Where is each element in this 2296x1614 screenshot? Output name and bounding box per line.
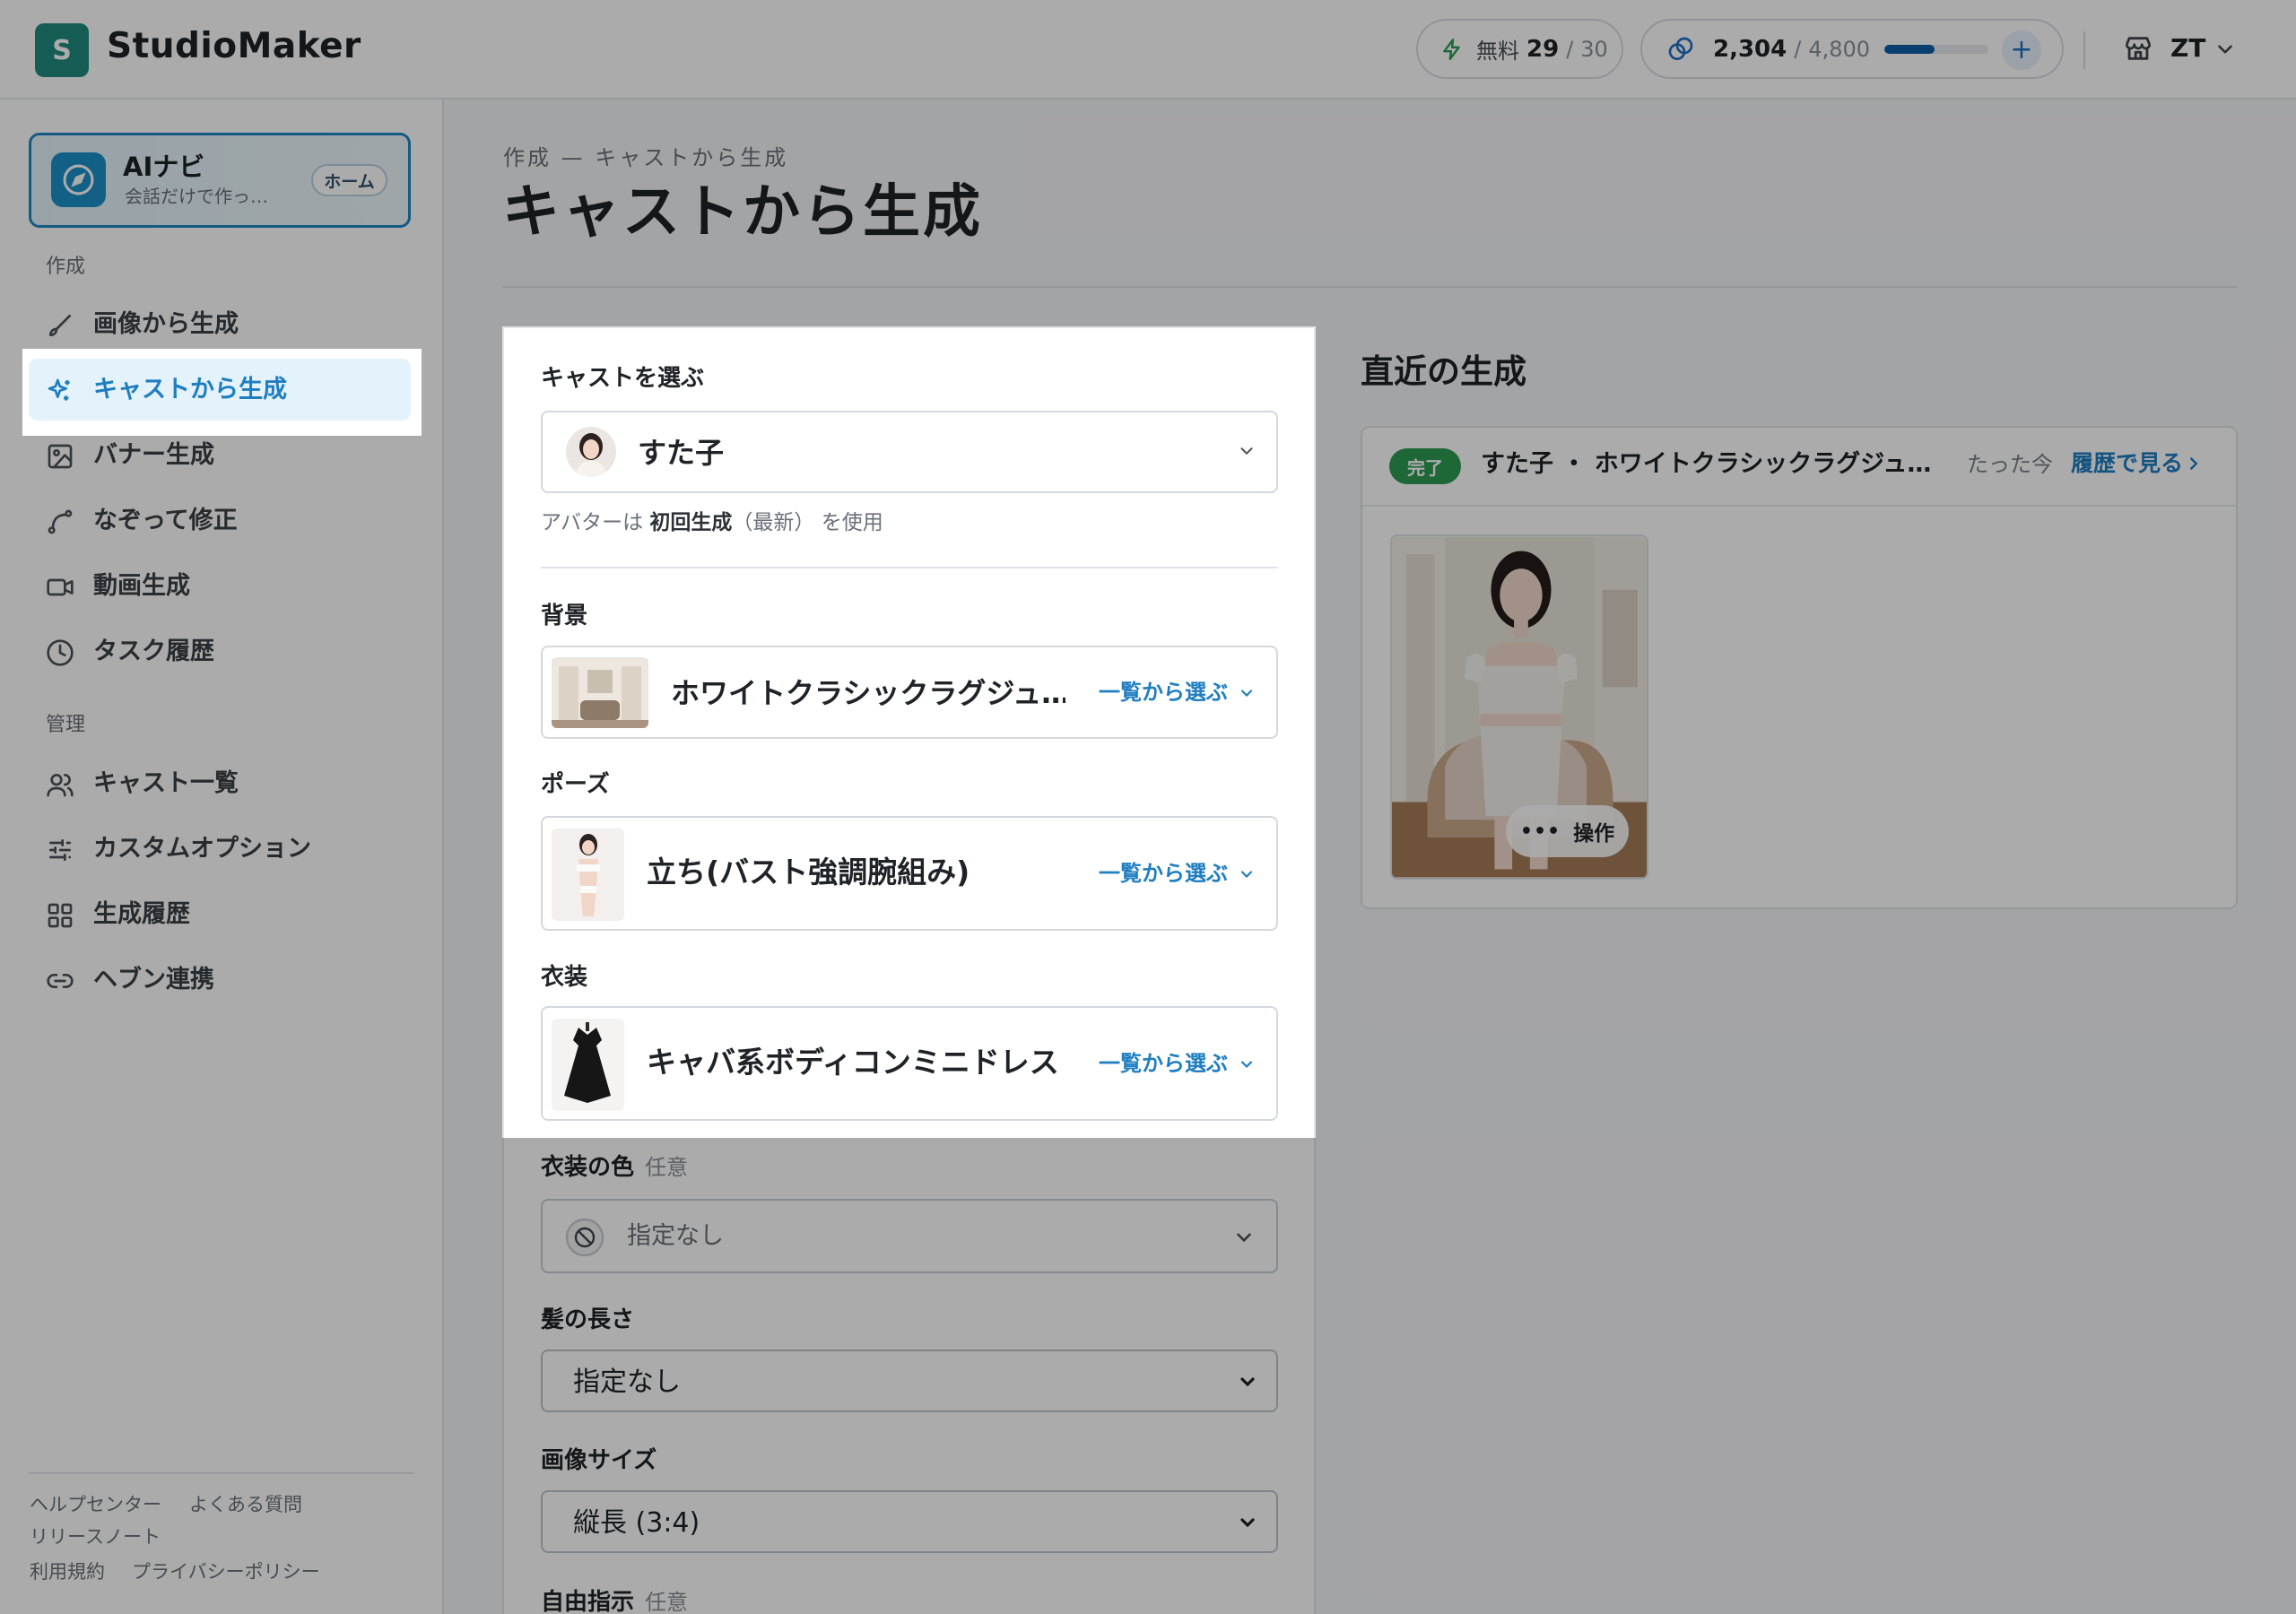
sidebar-item-label: キャストから生成 <box>93 376 287 404</box>
cast-value: すた子 <box>638 436 725 470</box>
background-label: 背景 <box>541 603 588 629</box>
sidebar-item-cast-generate[interactable]: キャストから生成 <box>29 359 411 421</box>
note-prefix: アバターは <box>541 511 644 534</box>
chevron-down-icon <box>1238 684 1256 702</box>
overlay-right <box>1316 326 2296 1138</box>
pose-value: 立ち(バスト強調腕組み) <box>647 855 970 889</box>
overlay-left-a <box>0 326 502 349</box>
pose-thumbnail <box>552 829 624 921</box>
overlay-bottom <box>0 1138 2296 1614</box>
background-thumbnail <box>552 657 648 728</box>
outfit-select[interactable]: キャバ系ボディコンミニドレス 一覧から選ぶ <box>541 1006 1278 1121</box>
overlay-left-c <box>422 349 502 436</box>
note-bold: 初回生成 <box>649 511 733 534</box>
note-mid: （最新） <box>732 511 815 534</box>
background-pick-link[interactable]: 一覧から選ぶ <box>1099 678 1228 707</box>
background-select[interactable]: ホワイトクラシックラグジュ… 一覧から選ぶ <box>541 646 1278 739</box>
outfit-value: キャバ系ボディコンミニドレス <box>647 1045 1059 1080</box>
pose-label: ポーズ <box>541 771 610 798</box>
background-value: ホワイトクラシックラグジュ… <box>671 676 1065 710</box>
chevron-down-icon <box>1238 865 1256 883</box>
note-suffix: を使用 <box>821 511 883 534</box>
overlay-left-b <box>0 349 22 436</box>
form-divider <box>541 567 1278 568</box>
overlay-top <box>0 0 2296 326</box>
sparkle-icon <box>46 377 74 405</box>
cast-avatar <box>566 427 616 477</box>
outfit-label: 衣装 <box>541 964 588 991</box>
cast-label: キャストを選ぶ <box>541 365 705 392</box>
pose-pick-link[interactable]: 一覧から選ぶ <box>1099 859 1228 888</box>
avatar-note: アバターは 初回生成（最新） を使用 <box>541 508 883 537</box>
chevron-down-icon <box>1238 1055 1256 1073</box>
overlay-left-d <box>0 436 502 1138</box>
outfit-pick-link[interactable]: 一覧から選ぶ <box>1099 1049 1228 1078</box>
pose-select[interactable]: 立ち(バスト強調腕組み) 一覧から選ぶ <box>541 816 1278 931</box>
outfit-thumbnail <box>552 1019 624 1111</box>
cast-select[interactable]: すた子 <box>541 411 1278 493</box>
chevron-down-icon <box>1237 441 1257 461</box>
